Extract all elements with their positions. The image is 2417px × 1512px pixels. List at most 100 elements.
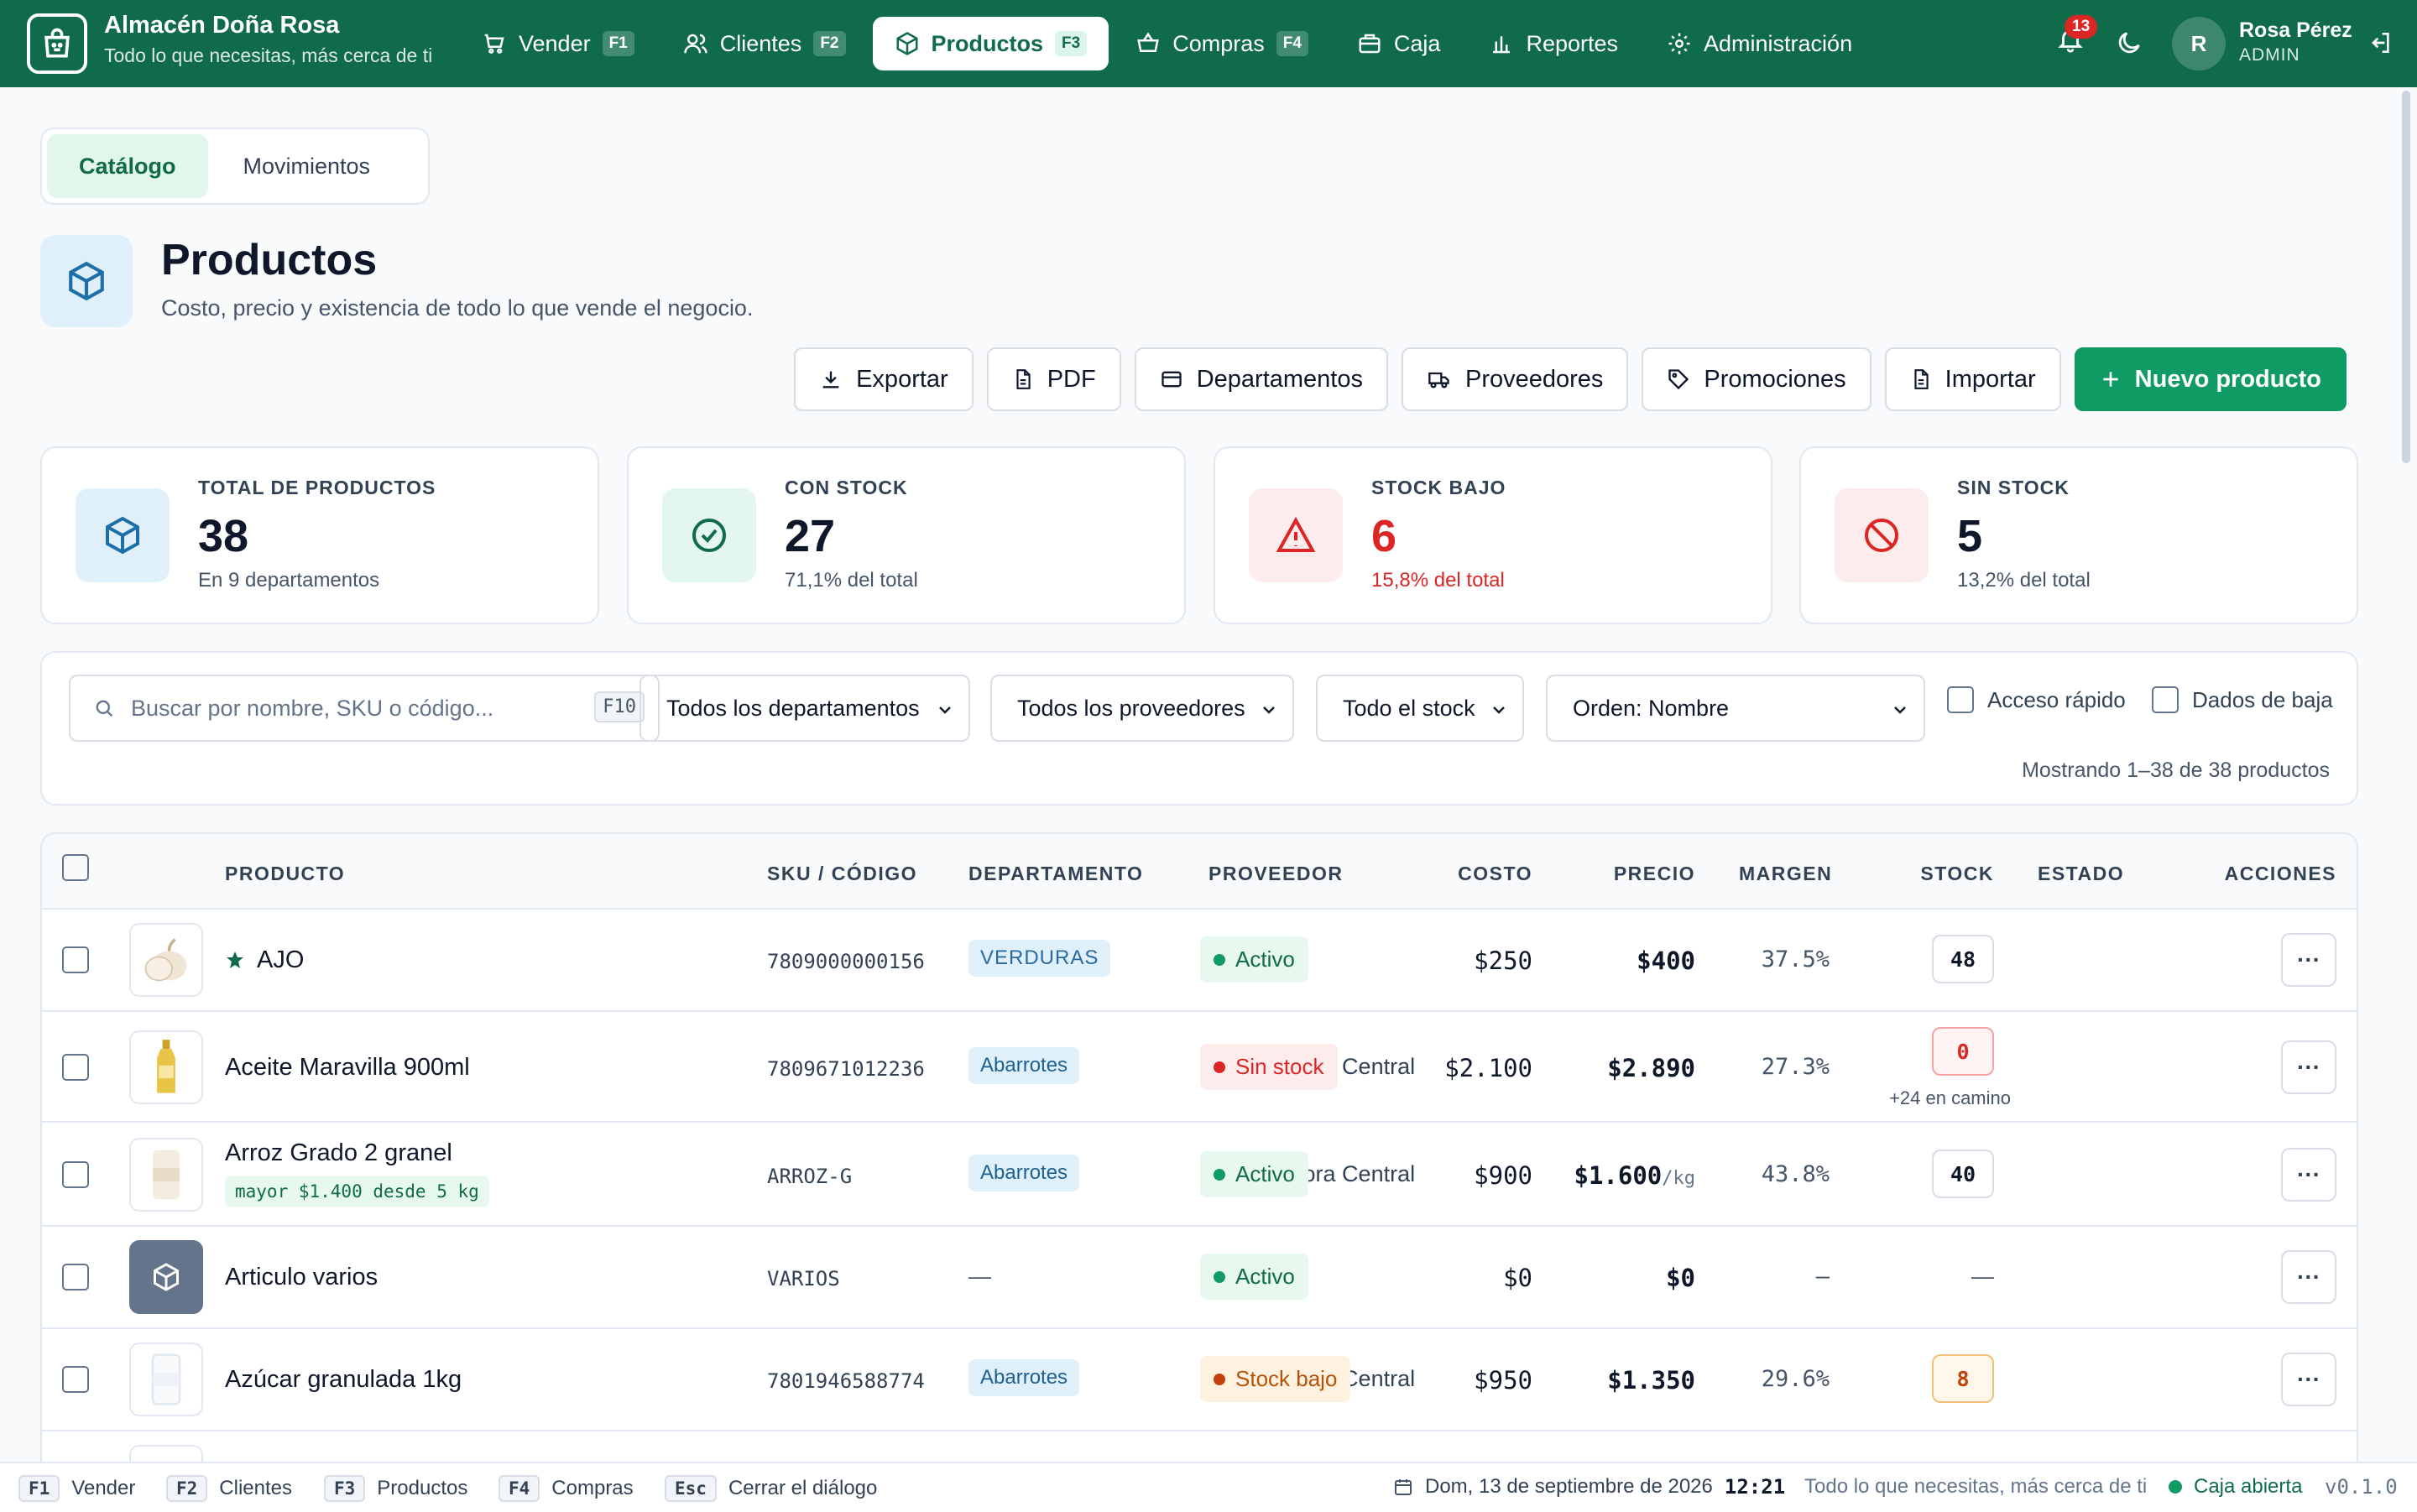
row-checkbox[interactable]: [62, 1054, 89, 1081]
row-checkbox[interactable]: [62, 1366, 89, 1393]
department-badge: VERDURAS: [968, 940, 1111, 977]
status-badge: Activo: [1200, 936, 1308, 983]
product-sku: 7809671012236: [767, 1057, 925, 1081]
stat-no-stock: SIN STOCK 5 13,2% del total: [1799, 446, 2358, 624]
order-select-value: Orden: Nombre: [1573, 695, 1730, 721]
shortcut-key: F2: [166, 1475, 208, 1502]
register-status-label: Caja abierta: [2194, 1475, 2303, 1498]
status-badge: Sin stock: [1200, 1044, 1338, 1090]
stat-label: TOTAL DE PRODUCTOS: [198, 477, 436, 498]
order-select[interactable]: Orden: Nombre: [1546, 675, 1925, 742]
plus-icon: [2102, 372, 2118, 387]
th-stock[interactable]: STOCK: [1920, 863, 1994, 885]
th-status[interactable]: ESTADO: [2038, 863, 2124, 885]
stat-value: 5: [1957, 511, 1983, 561]
page-scrollbar[interactable]: [2402, 91, 2410, 463]
row-checkbox[interactable]: [62, 946, 89, 973]
nav-caja[interactable]: Caja: [1335, 17, 1463, 70]
table-row[interactable]: Articulo varios VARIOS — — $0 $0 – — Act…: [42, 1227, 2357, 1329]
product-margin: –: [1815, 1264, 1830, 1290]
download-icon: [822, 371, 839, 388]
status-dot: [2169, 1480, 2182, 1494]
department-select[interactable]: Todos los departamentos: [639, 675, 970, 742]
shortcut-escape[interactable]: Esc Cerrar el diálogo: [665, 1475, 877, 1502]
row-actions-button[interactable]: ···: [2281, 1148, 2336, 1202]
stat-label: SIN STOCK: [1957, 477, 2070, 498]
promotions-button[interactable]: Promociones: [1642, 347, 1871, 411]
nav-administracion-label: Administración: [1704, 30, 1853, 56]
toolbar: Exportar PDF Departamentos Proveedores P…: [794, 347, 2347, 411]
search-placeholder: Buscar por nombre, SKU o código...: [131, 696, 494, 721]
row-actions-button[interactable]: ···: [2281, 1040, 2336, 1094]
th-department[interactable]: DEPARTAMENTO: [968, 863, 1143, 885]
pdf-button[interactable]: PDF: [986, 347, 1121, 411]
brand-tagline: Todo lo que necesitas, más cerca de ti: [104, 44, 433, 66]
shortcut-productos[interactable]: F3 Productos: [324, 1475, 467, 1502]
nav-administracion[interactable]: Administración: [1645, 17, 1874, 70]
table-row[interactable]: Aceite Maravilla 900ml 7809671012236 Aba…: [42, 1012, 2357, 1123]
nav-compras[interactable]: Compras F4: [1114, 17, 1330, 70]
row-checkbox[interactable]: [62, 1161, 89, 1188]
th-price[interactable]: PRECIO: [1614, 863, 1695, 885]
import-button[interactable]: Importar: [1884, 347, 2061, 411]
department-badge: Abarrotes: [968, 1359, 1080, 1396]
th-cost[interactable]: COSTO: [1458, 863, 1532, 885]
th-supplier[interactable]: PROVEEDOR: [1208, 863, 1343, 885]
row-actions-button[interactable]: ···: [2281, 933, 2336, 987]
nav-vender-label: Vender: [519, 30, 591, 56]
product-margin: 27.3%: [1761, 1054, 1830, 1080]
supplier-select[interactable]: Todos los proveedores: [990, 675, 1294, 742]
departments-button[interactable]: Departamentos: [1134, 347, 1388, 411]
table-row[interactable]: Arroz Grado 2 granel mayor $1.400 desde …: [42, 1123, 2357, 1227]
product-name: Articulo varios: [225, 1264, 378, 1290]
product-sku: 7809000000156: [767, 950, 925, 973]
nav-vender[interactable]: Vender F1: [460, 17, 656, 70]
nav-reportes[interactable]: Reportes: [1467, 17, 1640, 70]
th-product[interactable]: PRODUCTO: [225, 863, 345, 885]
logout-icon[interactable]: [2367, 29, 2394, 57]
department-badge: Abarrotes: [968, 1047, 1080, 1084]
date-text: Dom, 13 de septiembre de 2026: [1425, 1475, 1713, 1498]
table-row[interactable]: AJO 7809000000156 VERDURAS — $250 $400 3…: [42, 910, 2357, 1012]
tab-catalogo[interactable]: Catálogo: [47, 134, 208, 198]
th-sku[interactable]: SKU / CÓDIGO: [767, 863, 917, 885]
checkbox[interactable]: [2152, 686, 2179, 713]
status-label: Activo: [1235, 1264, 1295, 1289]
nav-productos[interactable]: Productos F3: [872, 17, 1109, 70]
stock-empty: —: [1971, 1264, 1994, 1289]
stock-badge: 40: [1932, 1150, 1994, 1198]
user-name: Rosa Pérez: [2239, 18, 2352, 42]
search-input[interactable]: Buscar por nombre, SKU o código... F10: [69, 675, 660, 742]
disabled-checkbox[interactable]: Dados de baja: [2152, 686, 2333, 713]
row-checkbox[interactable]: [62, 1264, 89, 1290]
tab-movimientos[interactable]: Movimientos: [211, 134, 403, 198]
shortcut-label: Compras: [551, 1477, 634, 1499]
new-product-button[interactable]: Nuevo producto: [2074, 347, 2347, 411]
table-row[interactable]: Azúcar granulada 1kg 7801946588774 Abarr…: [42, 1329, 2357, 1431]
star-icon[interactable]: [225, 950, 245, 970]
stock-select[interactable]: Todo el stock: [1316, 675, 1524, 742]
row-actions-button[interactable]: ···: [2281, 1250, 2336, 1304]
row-actions-button[interactable]: ···: [2281, 1353, 2336, 1406]
moon-icon[interactable]: [2115, 29, 2143, 57]
th-margin[interactable]: MARGEN: [1739, 863, 1832, 885]
sun-gear-icon: [1668, 33, 1690, 55]
status-label: Activo: [1235, 946, 1295, 972]
basket-icon: [1137, 32, 1159, 52]
checkbox[interactable]: [1947, 686, 1974, 713]
status-label: Stock bajo: [1235, 1366, 1338, 1391]
quick-access-checkbox[interactable]: Acceso rápido: [1947, 686, 2126, 713]
shortcut-compras[interactable]: F4 Compras: [499, 1475, 634, 1502]
status-dot: [1214, 1270, 1225, 1283]
shortcut-vender[interactable]: F1 Vender: [18, 1475, 135, 1502]
nav-clientes[interactable]: Clientes F2: [661, 17, 868, 70]
product-margin: 37.5%: [1761, 946, 1830, 972]
export-button[interactable]: Exportar: [794, 347, 974, 411]
suppliers-button[interactable]: Proveedores: [1401, 347, 1629, 411]
avatar[interactable]: R: [2172, 17, 2226, 70]
shortcut-clientes[interactable]: F2 Clientes: [166, 1475, 292, 1502]
select-all-checkbox[interactable]: [62, 854, 89, 881]
store-logo-icon[interactable]: [27, 13, 87, 74]
product-sku: ARROZ-G: [767, 1165, 853, 1188]
chevron-down-icon: [1493, 706, 1505, 714]
